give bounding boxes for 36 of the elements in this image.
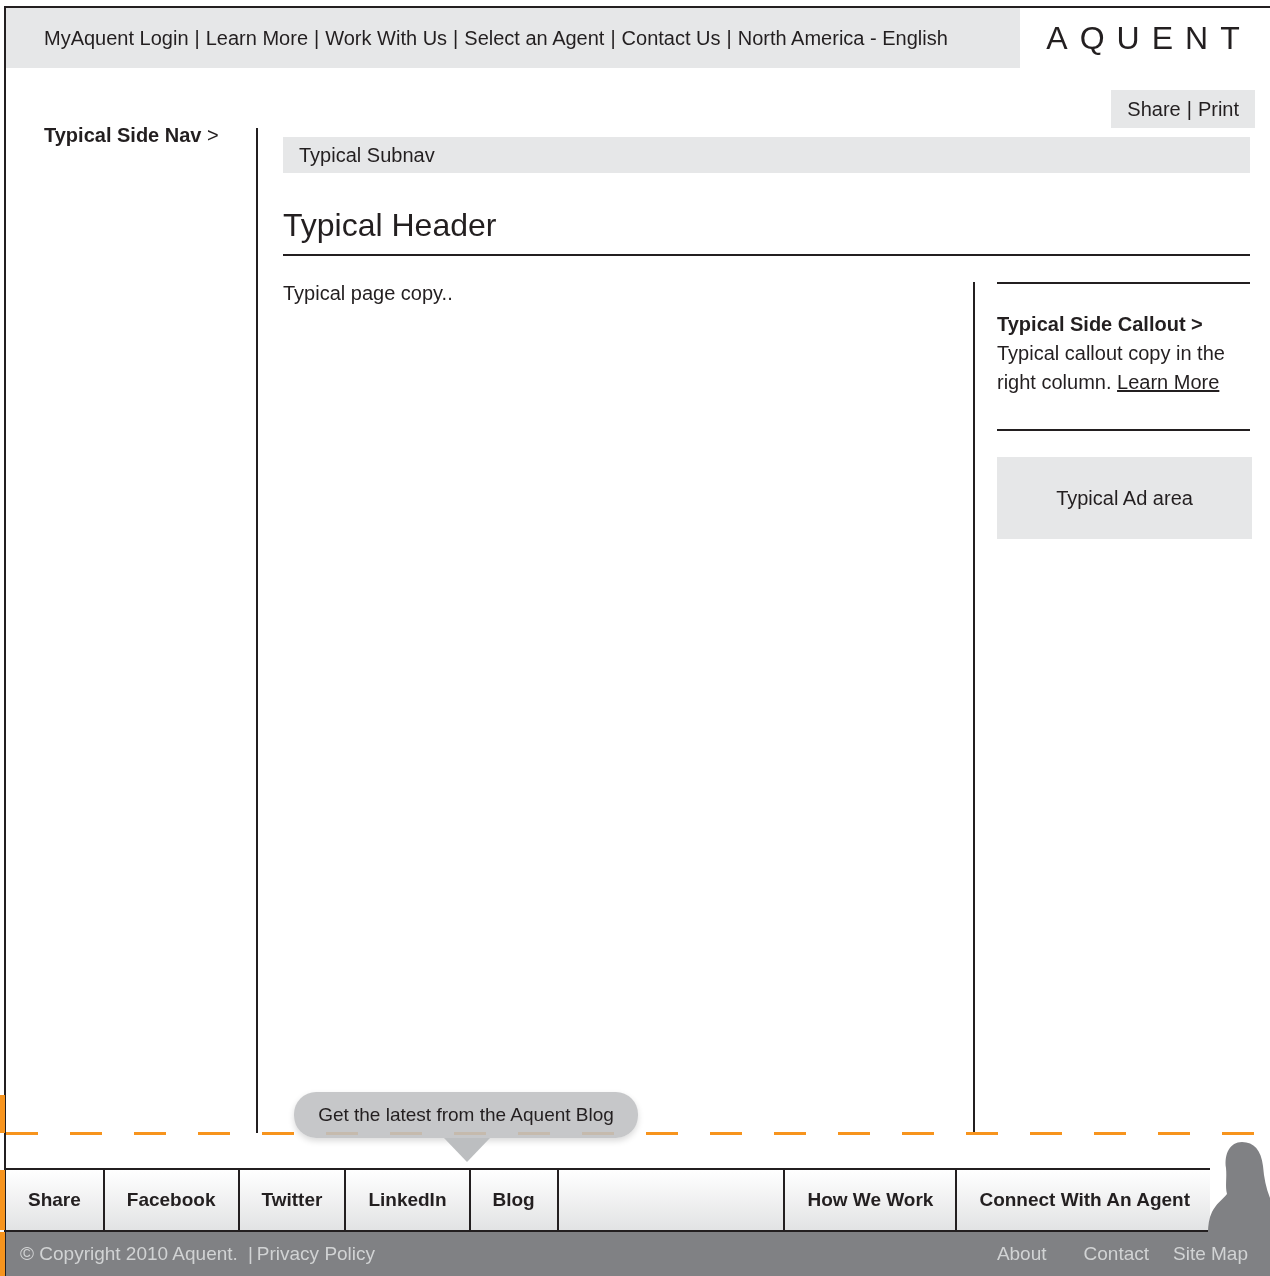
link-separator: | [453, 26, 459, 50]
top-nav-link[interactable]: Learn More [205, 26, 309, 50]
link-separator: | [247, 1243, 253, 1265]
link-separator: | [610, 26, 616, 50]
link-separator: | [1186, 97, 1192, 121]
side-nav-link[interactable]: Typical Side Nav > [44, 124, 219, 147]
share-bar-button[interactable]: Blog [470, 1170, 559, 1230]
top-nav-link[interactable]: Contact Us [621, 26, 721, 50]
page-header: Typical Header [283, 207, 1250, 256]
learn-more-link[interactable]: Learn More [1117, 371, 1220, 393]
subnav-bar[interactable]: Typical Subnav [283, 137, 1250, 173]
tooltip-pointer-icon [444, 1138, 490, 1162]
share-bar-button[interactable]: Connect With An Agent [957, 1170, 1210, 1230]
edge-marker [0, 1170, 5, 1230]
callout-text: Typical callout copy in the right column. Learn More [997, 341, 1226, 395]
page-copy: Typical page copy.. [283, 282, 453, 304]
logo: AQUENT [1045, 18, 1253, 58]
blog-tooltip: Get the latest from the Aquent Blog [294, 1092, 638, 1138]
share-bar-button[interactable]: LinkedIn [346, 1170, 471, 1230]
link-separator: | [726, 26, 732, 50]
edge-marker [0, 1095, 5, 1133]
page-tool-link[interactable]: Share [1127, 97, 1181, 121]
ad-area: Typical Ad area [997, 457, 1252, 539]
top-nav-link[interactable]: North America - English [737, 26, 948, 50]
share-bar-button[interactable]: How We Work [785, 1170, 958, 1230]
link-separator: | [314, 26, 320, 50]
share-bar-button[interactable]: Twitter [239, 1170, 347, 1230]
top-nav-link[interactable]: MyAquent Login [44, 26, 189, 50]
link-separator: | [194, 26, 200, 50]
top-nav-link[interactable]: Select an Agent [464, 26, 605, 50]
page-tool-link[interactable]: Print [1197, 97, 1239, 121]
edge-marker [0, 1232, 5, 1276]
copyright-text: © Copyright 2010 Aquent. [20, 1243, 238, 1265]
top-nav-link[interactable]: Work With Us [325, 26, 448, 50]
share-bar-button[interactable]: Facebook [104, 1170, 240, 1230]
callout-title: Typical Side Callout > [997, 312, 1204, 337]
